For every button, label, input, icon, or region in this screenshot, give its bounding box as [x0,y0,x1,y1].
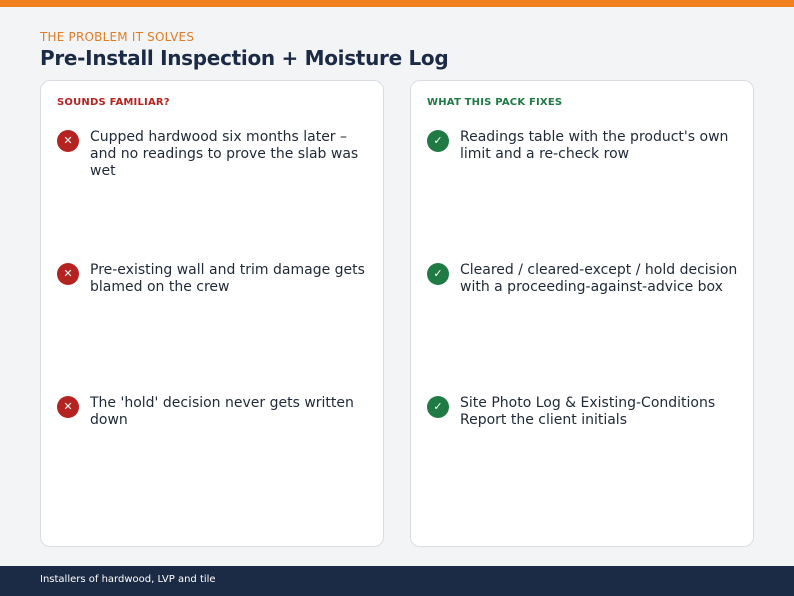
problem-text: Cupped hardwood six months later – and n… [90,129,359,179]
fix-text: Site Photo Log & Existing-Conditions Rep… [460,395,716,428]
section-eyebrow: THE PROBLEM IT SOLVES [40,30,195,44]
footer-bar: Installers of hardwood, LVP and tile [0,566,794,596]
check-icon: ✓ [427,396,449,418]
x-icon: ✕ [57,263,79,285]
check-icon: ✓ [427,263,449,285]
check-icon: ✓ [427,130,449,152]
fix-text: Cleared / cleared-except / hold decision… [460,262,738,295]
problems-card: SOUNDS FAMILIAR? ✕ Cupped hardwood six m… [40,80,384,547]
top-accent-bar [0,0,794,7]
problem-text: The 'hold' decision never gets written d… [90,395,354,428]
problem-text: Pre-existing wall and trim damage gets b… [90,262,365,295]
x-icon: ✕ [57,396,79,418]
fixes-heading: WHAT THIS PACK FIXES [427,97,563,108]
page-title: Pre-Install Inspection + Moisture Log [40,46,449,70]
footer-text: Installers of hardwood, LVP and tile [40,574,216,585]
problems-heading: SOUNDS FAMILIAR? [57,97,170,108]
x-icon: ✕ [57,130,79,152]
fix-text: Readings table with the product's own li… [460,129,729,162]
fixes-card: WHAT THIS PACK FIXES ✓ Readings table wi… [410,80,754,547]
